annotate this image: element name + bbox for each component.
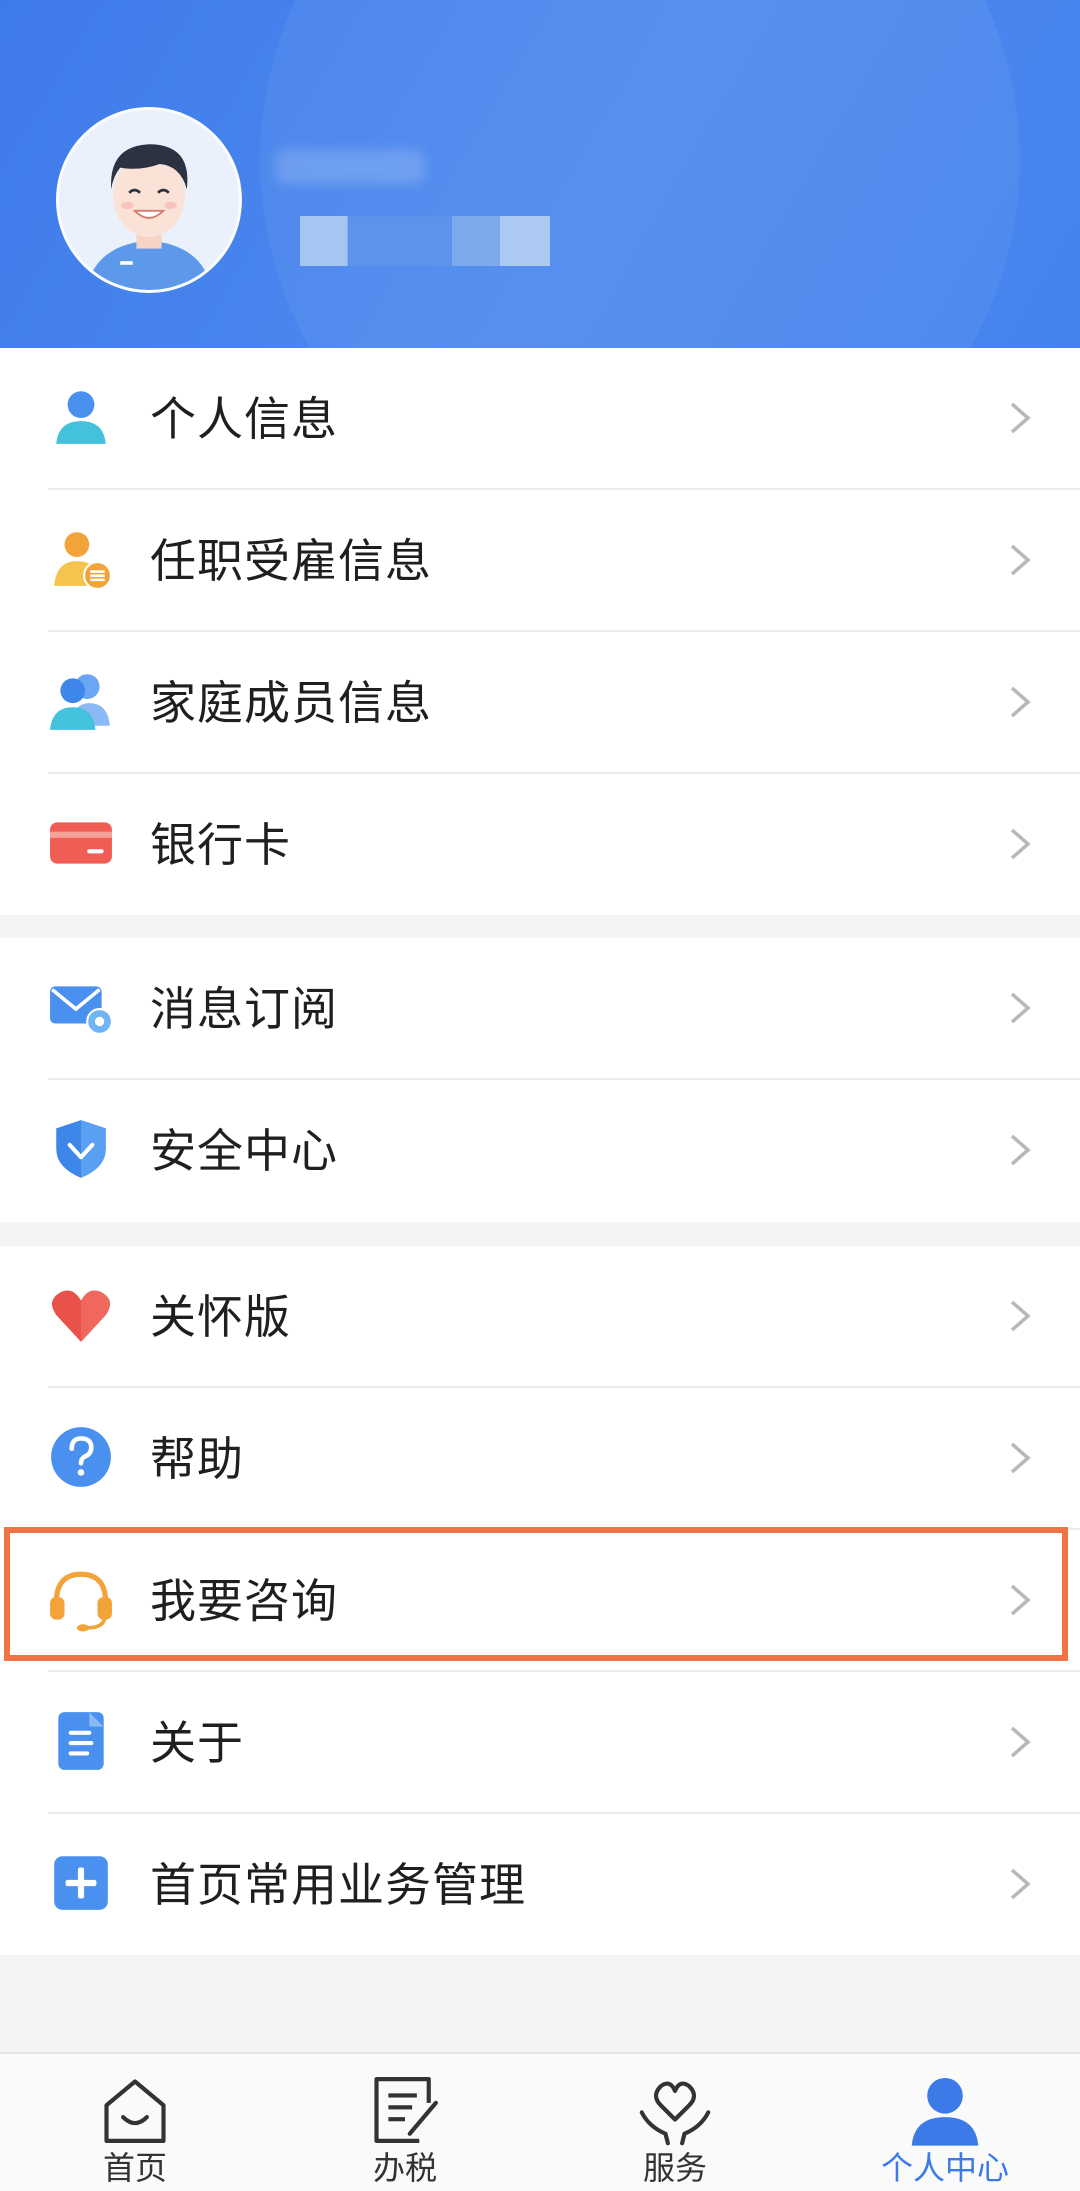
- tab-label: 个人中心: [880, 2149, 1009, 2187]
- chevron-right-icon: [1008, 1440, 1034, 1476]
- menu-item-label: 安全中心: [150, 1124, 338, 1178]
- service-heart-icon: [637, 2072, 713, 2148]
- menu-item-personal-info[interactable]: 个人信息: [0, 348, 1080, 489]
- help-icon: [48, 1424, 114, 1490]
- plus-square-icon: [48, 1850, 114, 1916]
- mail-settings-icon: [48, 974, 114, 1040]
- tax-edit-icon: [367, 2072, 443, 2148]
- chevron-right-icon: [1008, 1582, 1034, 1618]
- user-id-redacted-part: [348, 216, 452, 266]
- profile-header: [0, 0, 1080, 348]
- chevron-right-icon: [1008, 990, 1034, 1026]
- menu-group-support: 关怀版 帮助 我要咨询 关于 首页常用业务管理: [0, 1246, 1080, 1955]
- menu-item-consult[interactable]: 我要咨询: [0, 1530, 1080, 1671]
- chevron-right-icon: [1008, 400, 1034, 436]
- menu-item-label: 首页常用业务管理: [150, 1858, 526, 1912]
- menu-item-security-center[interactable]: 安全中心: [0, 1080, 1080, 1221]
- chevron-right-icon: [1008, 1866, 1034, 1902]
- user-name-redacted: [275, 150, 425, 184]
- document-icon: [48, 1708, 114, 1774]
- chevron-right-icon: [1008, 826, 1034, 862]
- home-icon: [97, 2072, 173, 2148]
- tab-home[interactable]: 首页: [0, 2054, 270, 2191]
- menu-item-label: 关于: [150, 1716, 244, 1770]
- tab-service[interactable]: 服务: [540, 2054, 810, 2191]
- user-id-redacted-part: [300, 216, 348, 266]
- menu-item-label: 我要咨询: [150, 1574, 338, 1628]
- user-avatar-icon[interactable]: [56, 107, 242, 293]
- chevron-right-icon: [1008, 1298, 1034, 1334]
- shield-icon: [48, 1116, 114, 1182]
- tab-label: 首页: [102, 2149, 167, 2187]
- chevron-right-icon: [1008, 542, 1034, 578]
- chevron-right-icon: [1008, 684, 1034, 720]
- bank-card-icon: [48, 810, 114, 876]
- person-icon: [48, 384, 114, 450]
- menu-item-family-info[interactable]: 家庭成员信息: [0, 632, 1080, 773]
- menu-item-home-shortcut-management[interactable]: 首页常用业务管理: [0, 1814, 1080, 1955]
- menu-item-employment-info[interactable]: 任职受雇信息: [0, 490, 1080, 631]
- chevron-right-icon: [1008, 1724, 1034, 1760]
- chevron-right-icon: [1008, 1132, 1034, 1168]
- bottom-tab-bar: 首页 办税 服务 个人中心: [0, 2052, 1080, 2191]
- menu-group-settings: 消息订阅 安全中心: [0, 938, 1080, 1222]
- user-id-redacted-part: [500, 216, 550, 266]
- menu-item-label: 帮助: [150, 1432, 244, 1486]
- menu-item-label: 银行卡: [150, 818, 291, 872]
- tab-personal-center[interactable]: 个人中心: [810, 2054, 1080, 2191]
- menu-group-personal: 个人信息 任职受雇信息 家庭成员信息 银行卡: [0, 348, 1080, 915]
- menu-item-label: 任职受雇信息: [150, 534, 432, 588]
- heart-icon: [48, 1282, 114, 1348]
- menu-item-label: 关怀版: [150, 1290, 291, 1344]
- user-id-redacted-part: [452, 216, 500, 266]
- tab-label: 办税: [372, 2149, 437, 2187]
- menu-item-message-subscription[interactable]: 消息订阅: [0, 938, 1080, 1079]
- menu-item-label: 家庭成员信息: [150, 676, 432, 730]
- person-center-icon: [907, 2072, 983, 2148]
- menu-item-label: 消息订阅: [150, 982, 338, 1036]
- headset-icon: [48, 1566, 114, 1632]
- employment-icon: [48, 526, 114, 592]
- menu-item-label: 个人信息: [150, 392, 338, 446]
- tab-tax[interactable]: 办税: [270, 2054, 540, 2191]
- family-icon: [48, 668, 114, 734]
- tab-label: 服务: [642, 2149, 707, 2187]
- menu-item-about[interactable]: 关于: [0, 1672, 1080, 1813]
- menu-item-help[interactable]: 帮助: [0, 1388, 1080, 1529]
- menu-item-care-mode[interactable]: 关怀版: [0, 1246, 1080, 1387]
- menu-item-bank-card[interactable]: 银行卡: [0, 774, 1080, 915]
